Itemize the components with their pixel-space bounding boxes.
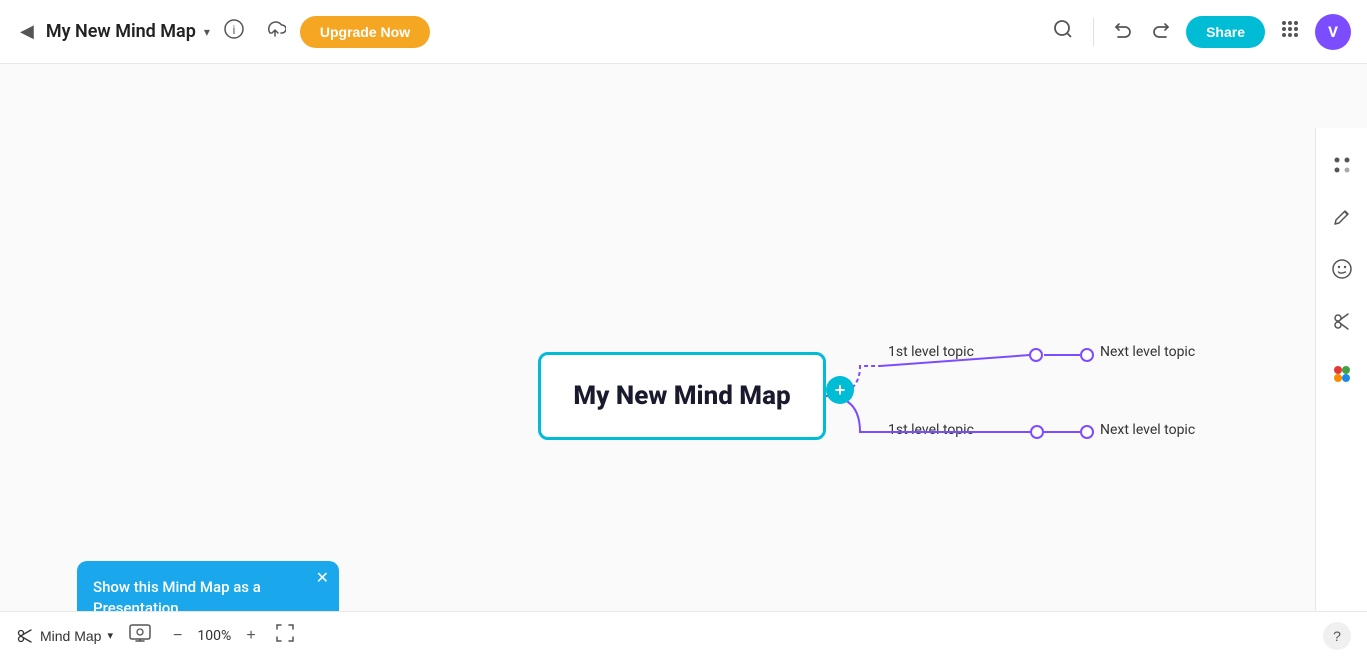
back-button[interactable]: ◀ [16,17,38,46]
search-button[interactable] [1045,11,1081,52]
bottom-toolbar: Mind Map ▾ − 100% + ? [0,611,1367,659]
apps-sidebar-button[interactable] [1325,148,1359,182]
cloud-upload-icon [264,20,286,38]
header-right: Share V [1045,11,1351,52]
undo-button[interactable] [1106,15,1138,48]
apps-grid-button[interactable] [1273,12,1307,51]
info-button[interactable]: i [218,15,250,48]
add-branch-button[interactable]: + [826,376,854,404]
bottom-toolbar-left: Mind Map ▾ − 100% + [16,620,300,651]
bottom-next-level-label[interactable]: Next level topic [1100,422,1195,438]
apps-sidebar-icon [1331,154,1353,176]
marker-icon [1331,206,1353,228]
mind-map-dropdown-button[interactable]: Mind Map ▾ [16,627,113,645]
presentation-icon [129,624,151,642]
header-left: ◀ My New Mind Map ▾ i Upgrade Now [16,15,430,48]
cloud-upload-button[interactable] [258,16,292,47]
center-node-label: My New Mind Map [573,381,790,411]
avatar[interactable]: V [1315,14,1351,50]
title-chevron-icon[interactable]: ▾ [204,25,210,39]
help-button[interactable]: ? [1323,622,1351,650]
bottom-topic-circle [1030,425,1044,439]
zoom-controls: − 100% + [167,623,262,649]
right-sidebar [1315,128,1367,611]
mind-map-svg [0,64,1367,611]
bottom-first-level-label[interactable]: 1st level topic [888,422,974,438]
zoom-percent: 100% [194,628,234,644]
scissors-sidebar-button[interactable] [1325,304,1359,338]
zoom-out-button[interactable]: − [167,623,188,649]
presentation-button[interactable] [121,620,159,651]
header: ◀ My New Mind Map ▾ i Upgrade Now [0,0,1367,64]
marker-sidebar-button[interactable] [1325,200,1359,234]
grid-icon [1279,18,1301,40]
scissors-icon [1331,310,1353,332]
svg-text:i: i [233,23,236,37]
top-topic-circle [1029,348,1043,362]
emoji-sidebar-button[interactable] [1325,252,1359,286]
undo-icon [1112,19,1132,39]
canvas: My New Mind Map + 1st level topic Next l… [0,64,1367,611]
info-icon: i [224,19,244,39]
mind-map-chevron-icon: ▾ [107,629,113,642]
colorful-sidebar-button[interactable] [1324,356,1360,392]
emoji-icon [1331,258,1353,280]
top-first-level-label[interactable]: 1st level topic [888,344,974,360]
top-next-level-label[interactable]: Next level topic [1100,344,1195,360]
redo-icon [1152,19,1172,39]
tooltip-popup: Show this Mind Map as a Presentation ✕ [77,561,339,611]
search-icon [1053,19,1073,39]
mind-map-label: Mind Map [40,628,101,644]
colorful-icon [1330,362,1354,386]
fullscreen-icon [276,624,294,642]
bottom-next-level-circle [1080,425,1094,439]
document-title: My New Mind Map [46,21,196,42]
redo-button[interactable] [1146,15,1178,48]
upgrade-button[interactable]: Upgrade Now [300,16,430,48]
tooltip-close-button[interactable]: ✕ [316,571,329,587]
header-divider [1093,18,1094,46]
mind-map-center-node[interactable]: My New Mind Map [538,352,826,440]
tooltip-text: Show this Mind Map as a Presentation [93,578,261,611]
zoom-in-button[interactable]: + [240,623,261,649]
fullscreen-button[interactable] [270,620,300,651]
scissors-small-icon [16,627,34,645]
top-next-level-circle [1080,348,1094,362]
share-button[interactable]: Share [1186,16,1265,48]
